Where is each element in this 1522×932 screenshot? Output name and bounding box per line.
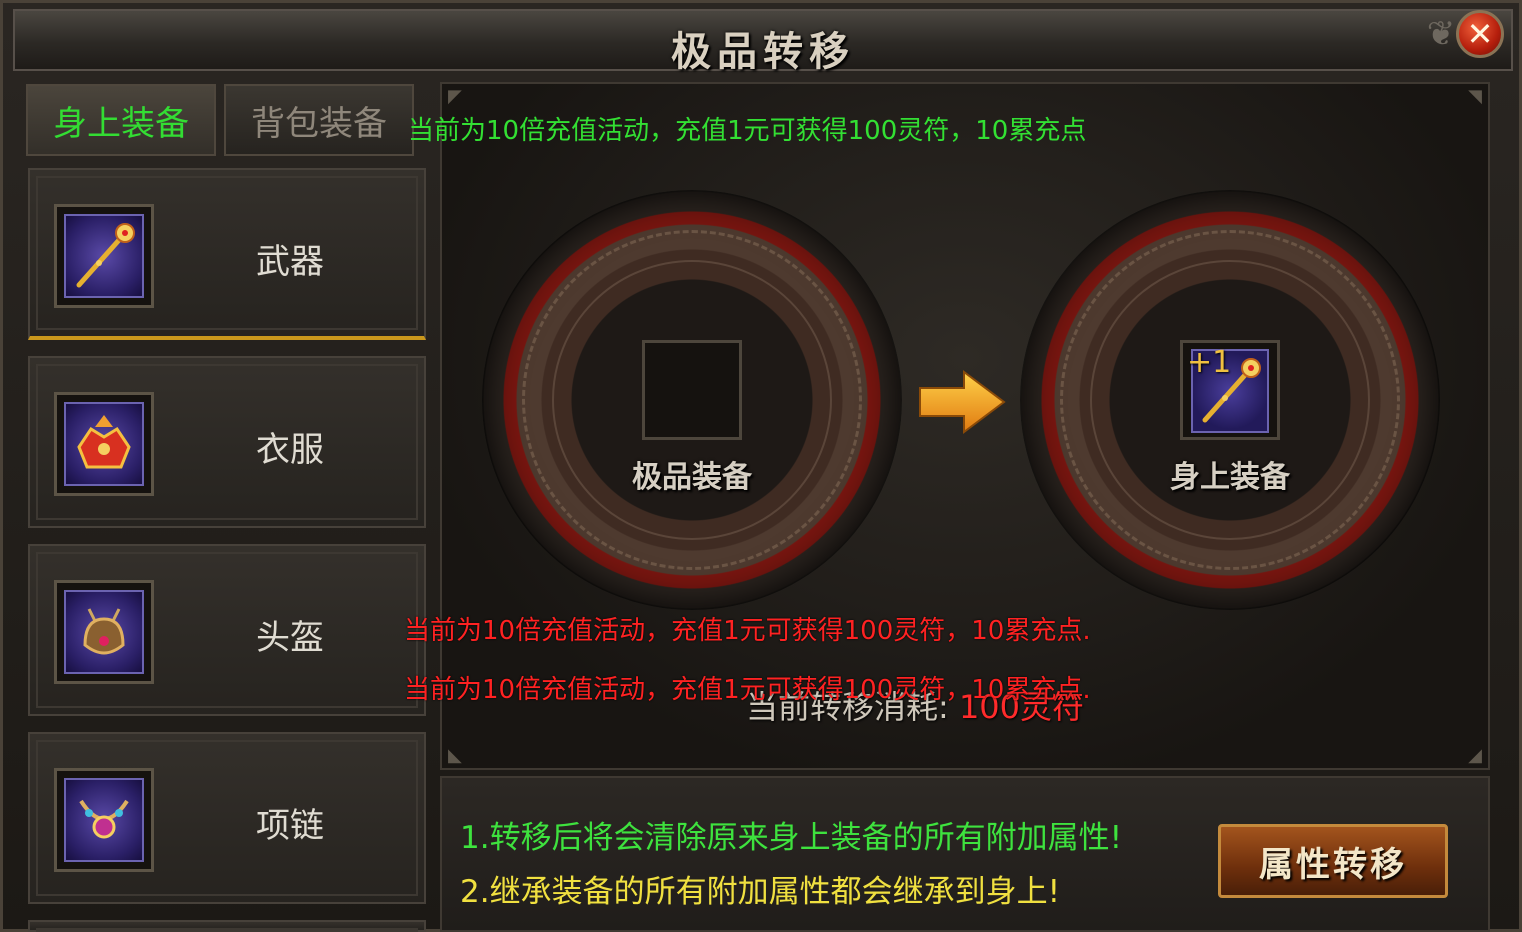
equip-item-helmet[interactable]: 头盔 xyxy=(28,544,426,716)
arrow-right-icon xyxy=(919,370,1006,434)
corner-ornament-icon: ◤ xyxy=(448,86,462,107)
target-medallion: +1 身上装备 xyxy=(1020,190,1440,610)
rule-line-2: 2.继承装备的所有附加属性都会继承到身上! xyxy=(460,874,1061,910)
source-medallion: 极品装备 xyxy=(482,190,902,610)
equip-label-weapon: 武器 xyxy=(256,242,324,282)
target-caption: 身上装备 xyxy=(1170,460,1290,495)
corner-ornament-icon: ◢ xyxy=(1468,745,1482,766)
armor-icon xyxy=(77,415,131,469)
equip-label-clothes: 衣服 xyxy=(256,430,324,470)
equip-item-partial[interactable] xyxy=(28,920,426,932)
necklace-icon xyxy=(79,799,129,839)
equip-slot xyxy=(54,768,154,872)
equip-label-necklace: 项链 xyxy=(256,806,324,846)
tab-bag[interactable]: 背包装备 xyxy=(224,84,414,156)
corner-ornament-icon: ◥ xyxy=(1468,86,1482,107)
source-caption: 极品装备 xyxy=(632,460,752,495)
helmet-icon xyxy=(83,608,125,655)
notice-scroll-2: 当前为10倍充值活动，充值1元可获得100灵符，10累充点. xyxy=(404,675,1091,705)
window-title: 极品转移 xyxy=(671,28,855,75)
title-bar: 极品转移 xyxy=(13,9,1513,75)
close-button[interactable]: ✕ xyxy=(1456,10,1504,58)
equip-slot xyxy=(54,392,154,496)
corner-ornament-icon: ◣ xyxy=(448,745,462,766)
equip-slot xyxy=(54,204,154,308)
staff-icon xyxy=(76,223,135,288)
close-icon: ✕ xyxy=(1466,15,1494,53)
target-equipment-slot[interactable]: +1 xyxy=(1180,340,1280,440)
source-equipment-slot[interactable] xyxy=(642,340,742,440)
equip-label-helmet: 头盔 xyxy=(256,618,324,658)
notice-scroll-1: 当前为10倍充值活动，充值1元可获得100灵符，10累充点. xyxy=(404,616,1091,646)
notice-top: 当前为10倍充值活动，充值1元可获得100灵符，10累充点 xyxy=(408,116,1087,146)
equip-item-clothes[interactable]: 衣服 xyxy=(28,356,426,528)
equip-item-weapon[interactable]: 武器 xyxy=(28,168,426,340)
tab-equipped[interactable]: 身上装备 xyxy=(26,84,216,156)
equip-slot xyxy=(54,580,154,684)
rule-line-1: 1.转移后将会清除原来身上装备的所有附加属性! xyxy=(460,820,1123,856)
equip-item-necklace[interactable]: 项链 xyxy=(28,732,426,904)
attribute-transfer-button[interactable]: 属性转移 xyxy=(1218,824,1448,898)
enhance-level-badge: +1 xyxy=(1187,345,1232,380)
